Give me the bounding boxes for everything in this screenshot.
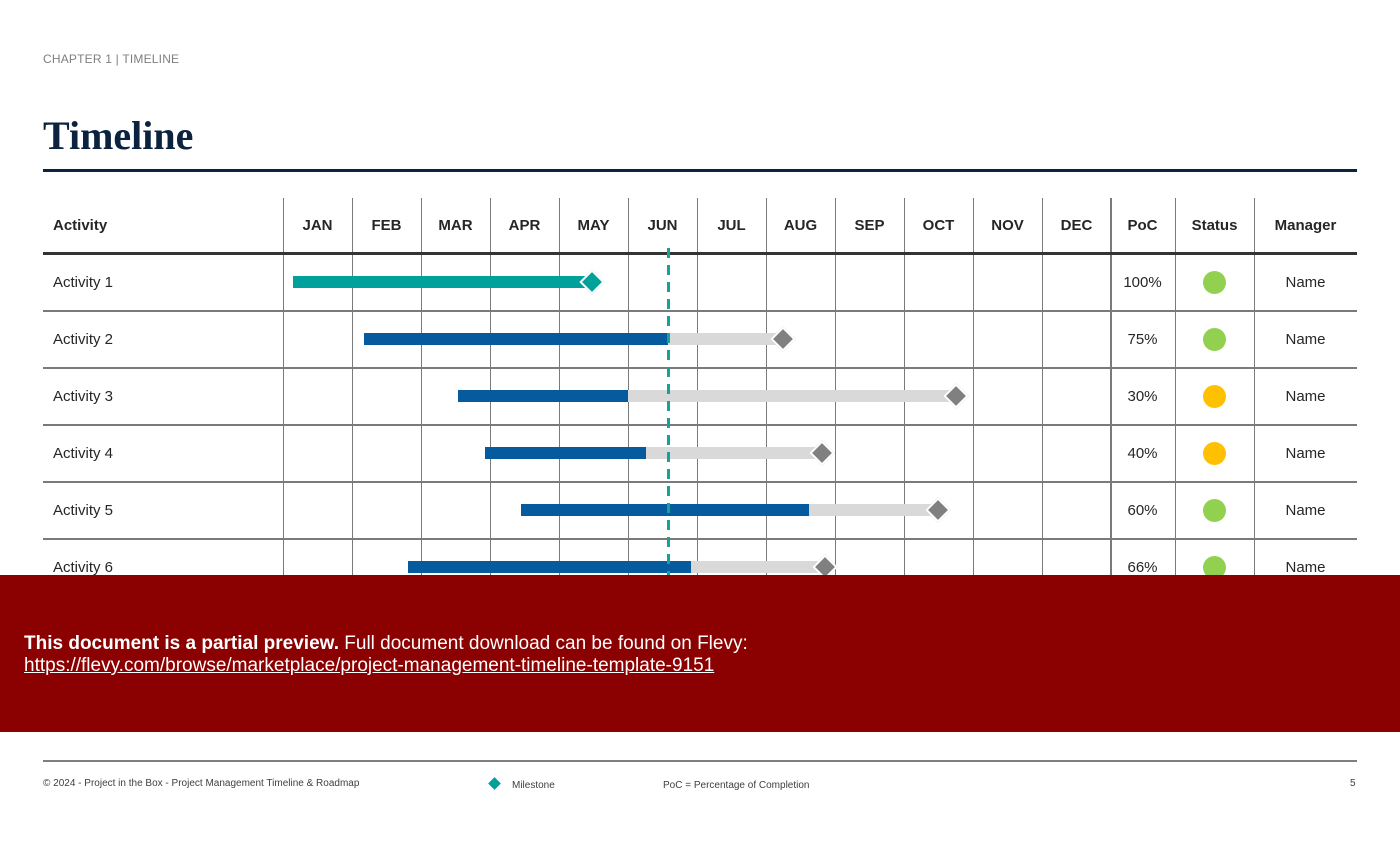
header-month-sep: SEP xyxy=(854,217,885,234)
poc-value: 30% xyxy=(1127,388,1158,405)
grid-vline xyxy=(972,198,974,618)
grid-vline xyxy=(489,198,491,618)
header-month-feb: FEB xyxy=(371,217,402,234)
bar-progress xyxy=(485,446,646,459)
header-month-jun: JUN xyxy=(647,217,678,234)
status-indicator-green xyxy=(1203,499,1226,522)
activity-name: Activity 5 xyxy=(53,502,114,519)
footer-copyright: © 2024 - Project in the Box - Project Ma… xyxy=(43,778,360,789)
milestone-diamond-icon xyxy=(943,382,969,409)
activity-name: Activity 2 xyxy=(53,331,114,348)
bar-remaining xyxy=(690,560,826,573)
grid-vline xyxy=(282,198,284,618)
grid-vline xyxy=(903,198,905,618)
manager-name: Name xyxy=(1285,388,1326,405)
header-month-apr: APR xyxy=(508,217,541,234)
grid-vline xyxy=(351,198,353,618)
poc-value: 100% xyxy=(1123,274,1162,291)
milestone-diamond-icon xyxy=(809,439,835,466)
milestone-diamond-icon xyxy=(579,268,605,295)
bar-progress xyxy=(521,503,809,516)
banner-message: This document is a partial preview. Full… xyxy=(24,633,748,655)
manager-name: Name xyxy=(1285,274,1326,291)
poc-value: 60% xyxy=(1127,502,1158,519)
banner-download-link[interactable]: https://flevy.com/browse/marketplace/pro… xyxy=(24,655,714,677)
today-marker-line xyxy=(666,248,670,588)
header-month-may: MAY xyxy=(577,217,610,234)
manager-name: Name xyxy=(1285,331,1326,348)
milestone-diamond-icon xyxy=(770,325,796,352)
status-indicator-green xyxy=(1203,328,1226,351)
bar-progress xyxy=(458,389,628,402)
poc-value: 40% xyxy=(1127,445,1158,462)
status-indicator-green xyxy=(1203,271,1226,294)
header-month-dec: DEC xyxy=(1060,217,1093,234)
status-indicator-amber xyxy=(1203,442,1226,465)
header-month-aug: AUG xyxy=(783,217,818,234)
legend-milestone-label: Milestone xyxy=(512,780,555,791)
header-month-jul: JUL xyxy=(717,217,746,234)
manager-name: Name xyxy=(1285,502,1326,519)
activity-name: Activity 3 xyxy=(53,388,114,405)
grid-vline xyxy=(834,198,836,618)
legend-poc-label: PoC = Percentage of Completion xyxy=(663,780,810,791)
bar-remaining xyxy=(808,503,938,516)
header-manager: Manager xyxy=(1274,217,1337,234)
bar-remaining xyxy=(645,446,822,459)
bar-progress xyxy=(363,332,668,345)
activity-name: Activity 4 xyxy=(53,445,114,462)
header-poc: PoC xyxy=(1127,217,1158,234)
header-month-jan: JAN xyxy=(302,217,333,234)
footer-divider xyxy=(43,760,1357,762)
grid-vline xyxy=(1041,198,1043,618)
header-activity: Activity xyxy=(53,217,108,234)
bar-complete xyxy=(293,275,593,288)
bar-remaining xyxy=(628,389,956,402)
grid-vline xyxy=(420,198,422,618)
grid-vline xyxy=(765,198,767,618)
activity-name: Activity 1 xyxy=(53,274,114,291)
header-month-mar: MAR xyxy=(438,217,473,234)
banner-strong-text: This document is a partial preview. xyxy=(24,633,339,654)
page-number: 5 xyxy=(1350,778,1356,789)
grid-vline xyxy=(627,198,629,618)
milestone-diamond-icon xyxy=(925,496,951,523)
grid-vline xyxy=(696,198,698,618)
header-status: Status xyxy=(1191,217,1238,234)
banner-text: Full document download can be found on F… xyxy=(339,633,748,654)
header-month-nov: NOV xyxy=(991,217,1024,234)
bar-progress xyxy=(407,560,691,573)
grid-vline xyxy=(558,198,560,618)
header-month-oct: OCT xyxy=(922,217,955,234)
poc-value: 75% xyxy=(1127,331,1158,348)
status-indicator-amber xyxy=(1203,385,1226,408)
bar-remaining xyxy=(668,332,784,345)
manager-name: Name xyxy=(1285,445,1326,462)
